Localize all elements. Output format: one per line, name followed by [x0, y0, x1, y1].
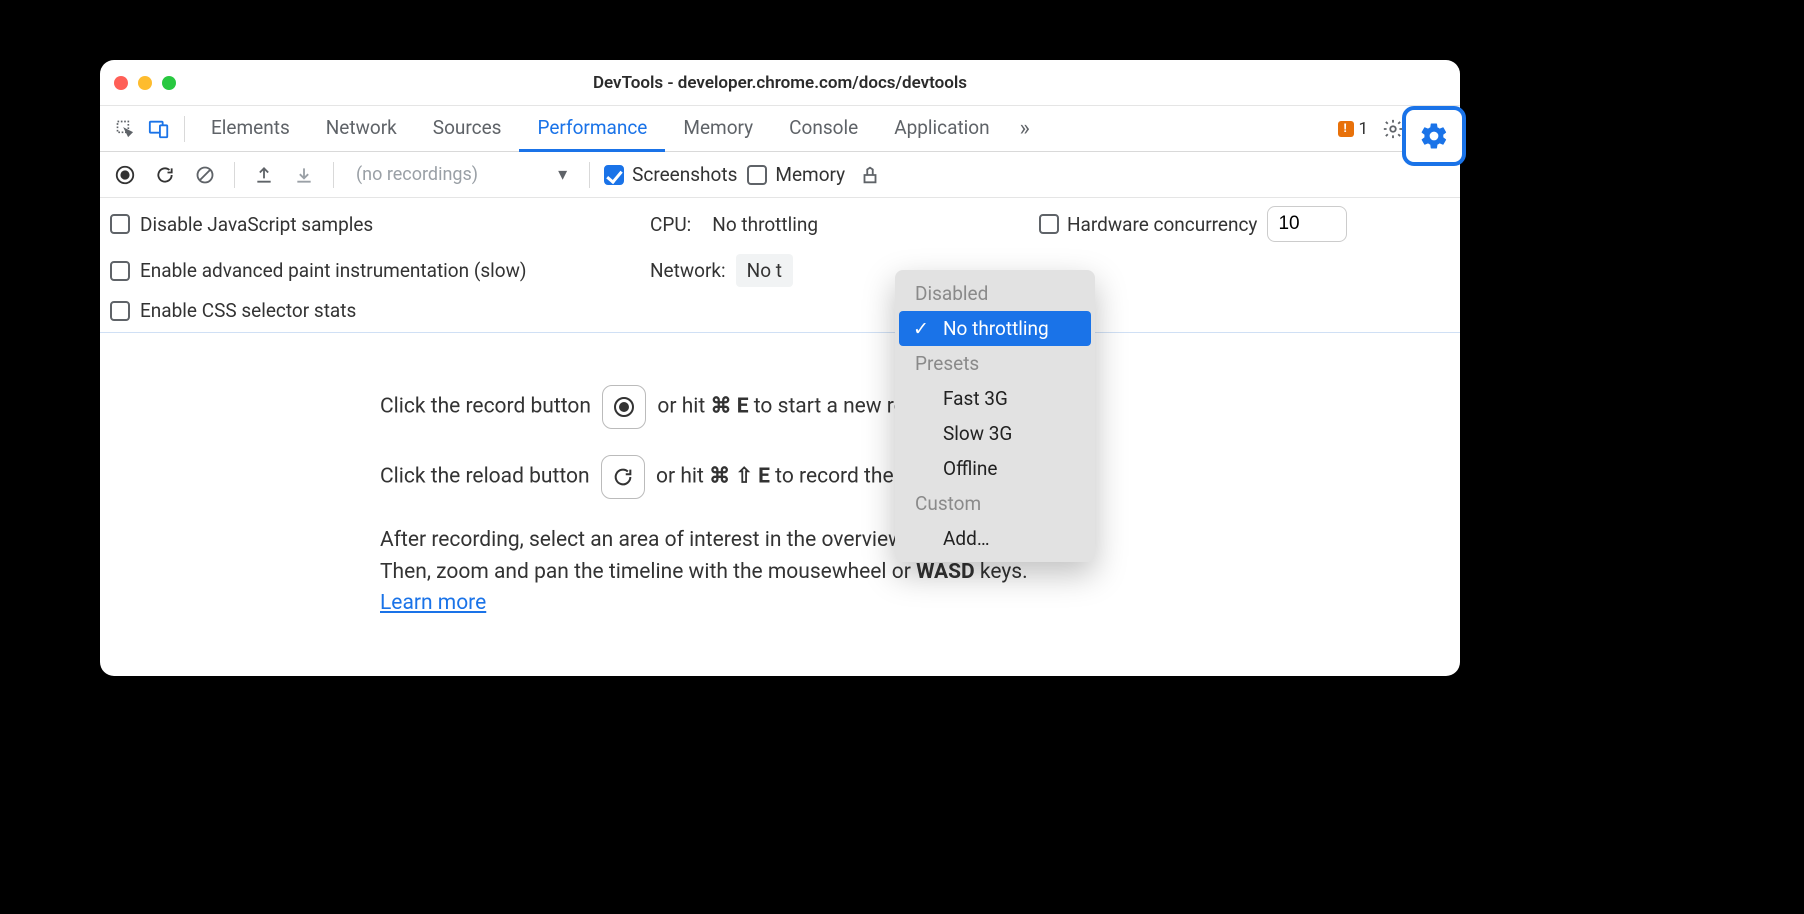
maximize-window-button[interactable] — [162, 76, 176, 90]
dropdown-header-disabled: Disabled — [895, 276, 1095, 311]
cpu-value: No throttling — [712, 213, 818, 236]
tab-network[interactable]: Network — [308, 106, 415, 152]
checkbox-icon — [110, 261, 130, 281]
collect-garbage-button[interactable] — [855, 160, 885, 190]
panel-tabs: Elements Network Sources Performance Mem… — [193, 106, 1338, 152]
disable-js-label: Disable JavaScript samples — [140, 213, 373, 236]
shortcut-record: ⌘ E — [710, 395, 748, 419]
hw-concurrency-checkbox[interactable]: Hardware concurrency — [1039, 213, 1257, 236]
window-title: DevTools - developer.chrome.com/docs/dev… — [100, 73, 1460, 93]
close-window-button[interactable] — [114, 76, 128, 90]
devtools-window: DevTools - developer.chrome.com/docs/dev… — [100, 60, 1460, 676]
tabbar: Elements Network Sources Performance Mem… — [100, 106, 1460, 152]
recordings-label: (no recordings) — [356, 164, 478, 185]
memory-checkbox[interactable]: Memory — [747, 163, 845, 186]
cpu-label: CPU: — [650, 213, 691, 236]
network-throttling-select[interactable]: No t — [736, 254, 793, 287]
memory-label: Memory — [775, 163, 845, 186]
network-value: No t — [747, 259, 782, 282]
separator — [234, 162, 235, 188]
cpu-row: CPU: No throttling Hardware concurrency — [650, 206, 1450, 242]
dropdown-item-fast-3g[interactable]: Fast 3G — [895, 381, 1095, 416]
reload-button[interactable] — [150, 160, 180, 190]
record-button[interactable] — [110, 160, 140, 190]
traffic-lights — [114, 76, 176, 90]
dropdown-item-offline[interactable]: Offline — [895, 451, 1095, 486]
cpu-throttling-select[interactable]: No throttling — [701, 208, 829, 241]
titlebar: DevTools - developer.chrome.com/docs/dev… — [100, 60, 1460, 106]
disable-js-checkbox[interactable]: Disable JavaScript samples — [110, 206, 650, 242]
separator — [333, 162, 334, 188]
enable-paint-checkbox[interactable]: Enable advanced paint instrumentation (s… — [110, 254, 650, 287]
network-label: Network: — [650, 259, 726, 282]
separator — [589, 162, 590, 188]
screenshots-checkbox[interactable]: Screenshots — [604, 163, 737, 186]
instructions-pane: Click the record button or hit ⌘ E to st… — [100, 333, 1460, 676]
issues-count: 1 — [1358, 119, 1368, 139]
upload-button[interactable] — [249, 160, 279, 190]
tab-console[interactable]: Console — [771, 106, 876, 152]
tab-memory[interactable]: Memory — [665, 106, 771, 152]
dropdown-header-presets: Presets — [895, 346, 1095, 381]
more-tabs-icon[interactable]: » — [1008, 112, 1042, 146]
checkbox-icon — [110, 214, 130, 234]
warning-icon — [1338, 121, 1354, 137]
checkbox-icon — [747, 165, 767, 185]
dropdown-arrow-icon: ▾ — [558, 164, 567, 185]
tab-application[interactable]: Application — [876, 106, 1007, 152]
tab-elements[interactable]: Elements — [193, 106, 308, 152]
issues-indicator[interactable]: 1 — [1338, 119, 1368, 139]
minimize-window-button[interactable] — [138, 76, 152, 90]
enable-css-label: Enable CSS selector stats — [140, 299, 356, 322]
dropdown-item-slow-3g[interactable]: Slow 3G — [895, 416, 1095, 451]
performance-toolbar: (no recordings) ▾ Screenshots Memory — [100, 152, 1460, 198]
clear-button[interactable] — [190, 160, 220, 190]
inspect-element-icon[interactable] — [108, 112, 142, 146]
hw-label: Hardware concurrency — [1067, 213, 1257, 236]
hw-concurrency-input[interactable] — [1267, 206, 1347, 242]
record-icon — [602, 385, 646, 429]
dropdown-header-custom: Custom — [895, 486, 1095, 521]
checkbox-icon — [1039, 214, 1059, 234]
recordings-select[interactable]: (no recordings) ▾ — [348, 164, 575, 185]
capture-settings-button[interactable] — [1402, 106, 1466, 166]
reload-icon — [601, 455, 645, 499]
device-toolbar-icon[interactable] — [142, 112, 176, 146]
download-button[interactable] — [289, 160, 319, 190]
enable-css-checkbox[interactable]: Enable CSS selector stats — [110, 299, 650, 322]
learn-more-link[interactable]: Learn more — [380, 591, 486, 615]
tab-sources[interactable]: Sources — [415, 106, 520, 152]
checkbox-icon — [110, 301, 130, 321]
shortcut-reload: ⌘ ⇧ E — [709, 465, 770, 489]
divider — [184, 116, 185, 142]
screenshots-label: Screenshots — [632, 163, 737, 186]
enable-paint-label: Enable advanced paint instrumentation (s… — [140, 259, 527, 282]
capture-settings-panel: Disable JavaScript samples CPU: No throt… — [100, 198, 1460, 333]
dropdown-item-add[interactable]: Add… — [895, 521, 1095, 556]
tab-performance[interactable]: Performance — [519, 106, 665, 152]
network-throttling-dropdown: Disabled No throttling Presets Fast 3G S… — [895, 270, 1095, 562]
checkbox-icon — [604, 165, 624, 185]
dropdown-item-no-throttling[interactable]: No throttling — [899, 311, 1091, 346]
